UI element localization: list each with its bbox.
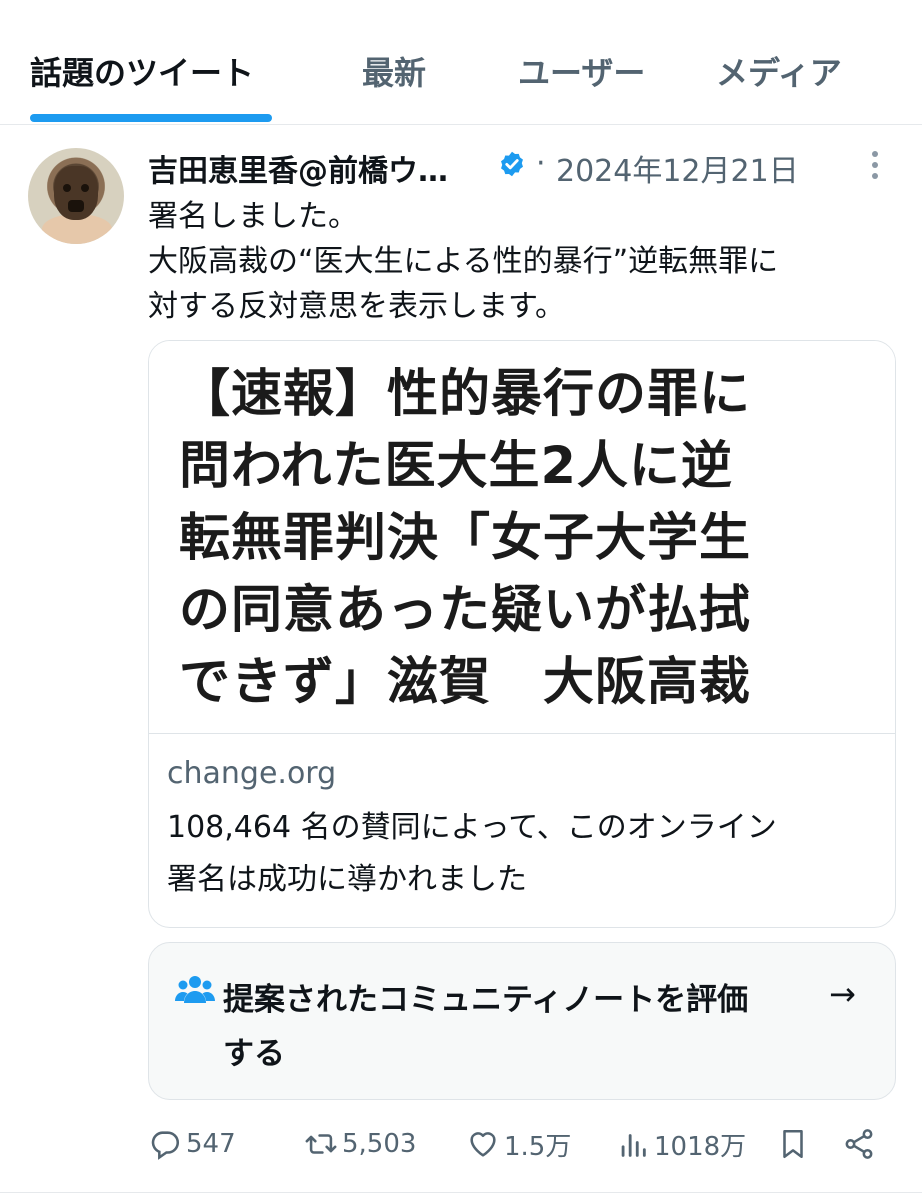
card-image-headline: 【速報】性的暴行の罪に 問われた医大生2人に逆 転無罪判決「女子大学生 の同意あ…: [179, 359, 879, 719]
headline-line: できず」滋賀 大阪高裁: [179, 653, 752, 712]
reply-button[interactable]: 547: [148, 1124, 236, 1164]
tab-users[interactable]: ユーザー: [518, 48, 645, 94]
tweet-text-line: 大阪高裁の“医大生による性的暴行”逆転無罪に: [148, 244, 779, 279]
reply-count: 547: [186, 1129, 236, 1159]
reply-icon: [151, 1131, 180, 1160]
verified-badge-icon: [501, 151, 523, 177]
headline-line: の同意あった疑いが払拭: [179, 581, 752, 640]
views-count: 1018万: [654, 1131, 747, 1162]
community-note-label: 提案されたコミュニティノートを評価 する: [223, 973, 823, 1081]
card-description: 108,464 名の賛同によって、このオンライン 署名は成功に導かれました: [167, 802, 877, 906]
people-group-icon: [175, 976, 215, 1003]
views-chart-icon: [621, 1134, 646, 1157]
card-footer: change.org 108,464 名の賛同によって、このオンライン 署名は成…: [149, 733, 895, 927]
share-icon: [845, 1129, 873, 1159]
card-description-line: 署名は成功に導かれました: [167, 862, 527, 897]
community-note-line: する: [223, 1036, 285, 1072]
avatar-mouth: [68, 200, 84, 212]
tweet-date[interactable]: 2024年12月21日: [556, 146, 799, 190]
tweet-text: 署名しました。 大阪高裁の“医大生による性的暴行”逆転無罪に 対する反対意思を表…: [148, 194, 898, 329]
headline-line: 問われた医大生2人に逆: [179, 437, 733, 496]
search-tabs: 話題のツイート 最新 ユーザー メディア: [0, 0, 922, 125]
tab-media[interactable]: メディア: [716, 48, 842, 94]
avatar-eye-right: [81, 184, 89, 192]
author-name[interactable]: 吉田恵里香@前橋ウ…: [148, 146, 448, 190]
headline-line: 【速報】性的暴行の罪に: [179, 365, 752, 424]
tweet-text-line: 署名しました。: [148, 199, 358, 234]
link-card[interactable]: 【速報】性的暴行の罪に 問われた医大生2人に逆 転無罪判決「女子大学生 の同意あ…: [148, 340, 896, 928]
avatar[interactable]: [28, 148, 124, 244]
retweet-icon: [305, 1134, 337, 1154]
avatar-figure: [54, 166, 98, 220]
headline-line: 転無罪判決「女子大学生: [179, 509, 752, 568]
tab-top-tweets[interactable]: 話題のツイート: [30, 48, 254, 94]
more-options-icon[interactable]: [860, 148, 890, 184]
community-note-line: 提案されたコミュニティノートを評価: [223, 982, 749, 1018]
share-button[interactable]: [842, 1124, 880, 1164]
like-count: 1.5万: [504, 1131, 572, 1162]
tweet-actions: 547 5,503 1.5万 1018万: [148, 1118, 898, 1168]
meta-separator: ·: [536, 146, 546, 181]
views-button[interactable]: 1018万: [616, 1124, 746, 1164]
tweet-text-line: 対する反対意思を表示します。: [148, 289, 565, 324]
avatar-eye-left: [63, 184, 71, 192]
like-button[interactable]: 1.5万: [466, 1124, 571, 1164]
tab-latest[interactable]: 最新: [362, 48, 426, 94]
card-image: 【速報】性的暴行の罪に 問われた医大生2人に逆 転無罪判決「女子大学生 の同意あ…: [149, 341, 895, 733]
retweet-count: 5,503: [342, 1129, 417, 1159]
tweet-divider: [0, 1192, 922, 1193]
arrow-right-icon: →: [829, 975, 856, 1013]
card-domain: change.org: [167, 756, 337, 791]
rate-community-note-button[interactable]: 提案されたコミュニティノートを評価 する →: [148, 942, 896, 1100]
bookmark-icon: [783, 1129, 803, 1159]
retweet-button[interactable]: 5,503: [304, 1124, 416, 1164]
active-tab-indicator: [30, 114, 272, 122]
card-description-line: 108,464 名の賛同によって、このオンライン: [167, 810, 777, 845]
heart-icon: [470, 1132, 496, 1157]
bookmark-button[interactable]: [776, 1124, 814, 1164]
